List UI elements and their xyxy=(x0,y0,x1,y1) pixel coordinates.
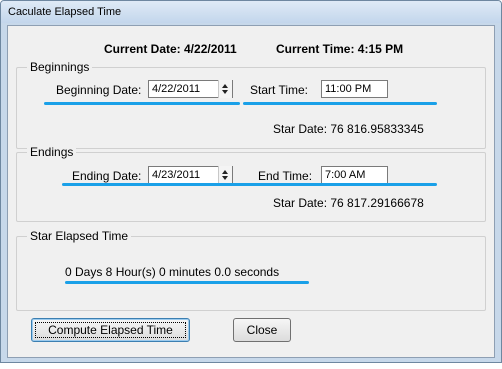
start-time-input[interactable]: 11:00 PM xyxy=(321,80,388,98)
ending-date-label: Ending Date: xyxy=(72,169,142,183)
end-time-input[interactable]: 7:00 AM xyxy=(321,166,388,184)
elapsed-group: Star Elapsed Time 0 Days 8 Hour(s) 0 min… xyxy=(16,229,486,311)
ending-date-picker[interactable]: 4/23/2011 xyxy=(148,166,233,184)
endings-group: Endings Ending Date: 4/23/2011 End Time:… xyxy=(16,145,486,222)
end-time-label: End Time: xyxy=(258,169,313,183)
beginning-star-date: Star Date: 76 816.95833345 xyxy=(273,122,424,136)
annotation-underline xyxy=(62,183,437,186)
beginnings-group: Beginnings Beginning Date: 4/22/2011 Sta… xyxy=(16,60,486,149)
app-window: Caculate Elapsed Time Current Date: 4/22… xyxy=(0,0,502,363)
spin-up-down-icon[interactable] xyxy=(218,80,232,98)
end-time-value: 7:00 AM xyxy=(325,169,366,181)
ending-date-value: 4/23/2011 xyxy=(152,169,201,181)
ending-star-date: Star Date: 76 817.29166678 xyxy=(273,196,424,210)
dialog-client-area: Current Date: 4/22/2011 Current Time: 4:… xyxy=(7,25,495,358)
current-time: Current Time: 4:15 PM xyxy=(276,42,404,56)
elapsed-title: Star Elapsed Time xyxy=(27,229,132,243)
annotation-underline xyxy=(243,102,437,105)
annotation-underline xyxy=(65,281,309,284)
start-time-label: Start Time: xyxy=(250,83,309,97)
endings-title: Endings xyxy=(27,145,77,159)
elapsed-result: 0 Days 8 Hour(s) 0 minutes 0.0 seconds xyxy=(65,265,280,279)
close-button[interactable]: Close xyxy=(233,318,291,342)
start-time-value: 11:00 PM xyxy=(325,83,372,95)
compute-elapsed-time-button[interactable]: Compute Elapsed Time xyxy=(31,318,190,342)
beginning-date-picker[interactable]: 4/22/2011 xyxy=(148,80,233,98)
window-title: Caculate Elapsed Time xyxy=(8,6,122,18)
beginning-date-value: 4/22/2011 xyxy=(152,83,201,95)
beginnings-title: Beginnings xyxy=(27,60,93,74)
spin-up-down-icon[interactable] xyxy=(218,166,232,184)
current-date: Current Date: 4/22/2011 xyxy=(104,42,237,56)
beginning-date-label: Beginning Date: xyxy=(56,83,142,97)
title-bar: Caculate Elapsed Time xyxy=(1,1,501,23)
annotation-underline xyxy=(44,102,240,105)
